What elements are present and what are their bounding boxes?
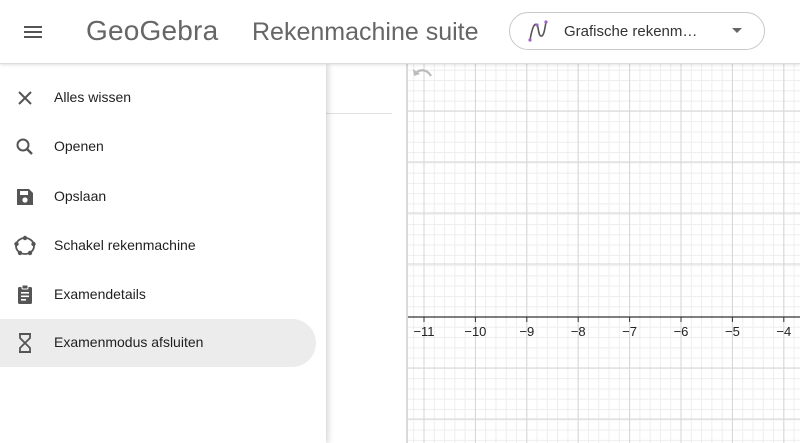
chevron-down-icon [732,28,742,33]
menu-item-label: Examenmodus afsluiten [54,334,204,350]
x-axis-tick-label: −5 [725,324,740,339]
menu-item-clear-all[interactable]: Alles wissen [0,74,316,122]
x-axis-tick-label: −6 [674,324,689,339]
graphing-calculator-icon [528,20,548,42]
app-title: Rekenmachine suite [252,18,479,46]
graphics-view[interactable]: −11 −10 −9 −8 −7 −6 −5 −4 [408,64,800,443]
close-icon [18,91,32,105]
menu-item-exit-exam-mode[interactable]: Examenmodus afsluiten [0,319,316,367]
save-icon [17,189,33,205]
menu-item-label: Schakel rekenmachine [54,237,196,253]
undo-icon[interactable] [408,64,436,88]
menu-item-exam-details[interactable]: Examendetails [0,271,316,319]
menu-item-label: Examendetails [54,286,146,302]
calculator-switcher-label: Grafische rekenm… [564,22,698,40]
menu-item-label: Openen [54,138,104,154]
algebra-view [326,64,406,443]
search-icon [16,138,33,155]
algebra-input-divider [326,113,392,114]
x-axis-tick-label: −10 [464,324,486,339]
switch-calculator-icon [14,235,36,256]
x-axis-tick-label: −8 [571,324,586,339]
menu-item-switch-calculator[interactable]: Schakel rekenmachine [0,222,316,270]
clipboard-icon [18,284,32,304]
x-axis-tick-label: −9 [519,324,534,339]
x-axis-tick-label: −11 [413,324,434,339]
app-header: GeoGebra Rekenmachine suite Grafische re… [0,0,800,64]
geogebra-logo: GeoGebra [86,15,219,46]
menu-item-open[interactable]: Openen [0,123,316,171]
hamburger-menu-icon[interactable] [20,19,46,45]
menu-item-save[interactable]: Opslaan [0,173,316,221]
coordinate-grid: −11 −10 −9 −8 −7 −6 −5 −4 [408,64,800,443]
x-axis-tick-label: −7 [622,324,637,339]
x-axis-tick-label: −4 [776,324,791,339]
menu-item-label: Alles wissen [54,89,132,105]
menu-item-label: Opslaan [54,188,107,204]
side-menu: Alles wissen Openen Opslaan Schakel reke… [0,64,326,443]
calculator-switcher-dropdown[interactable]: Grafische rekenm… [509,12,765,50]
hourglass-icon [19,333,31,353]
